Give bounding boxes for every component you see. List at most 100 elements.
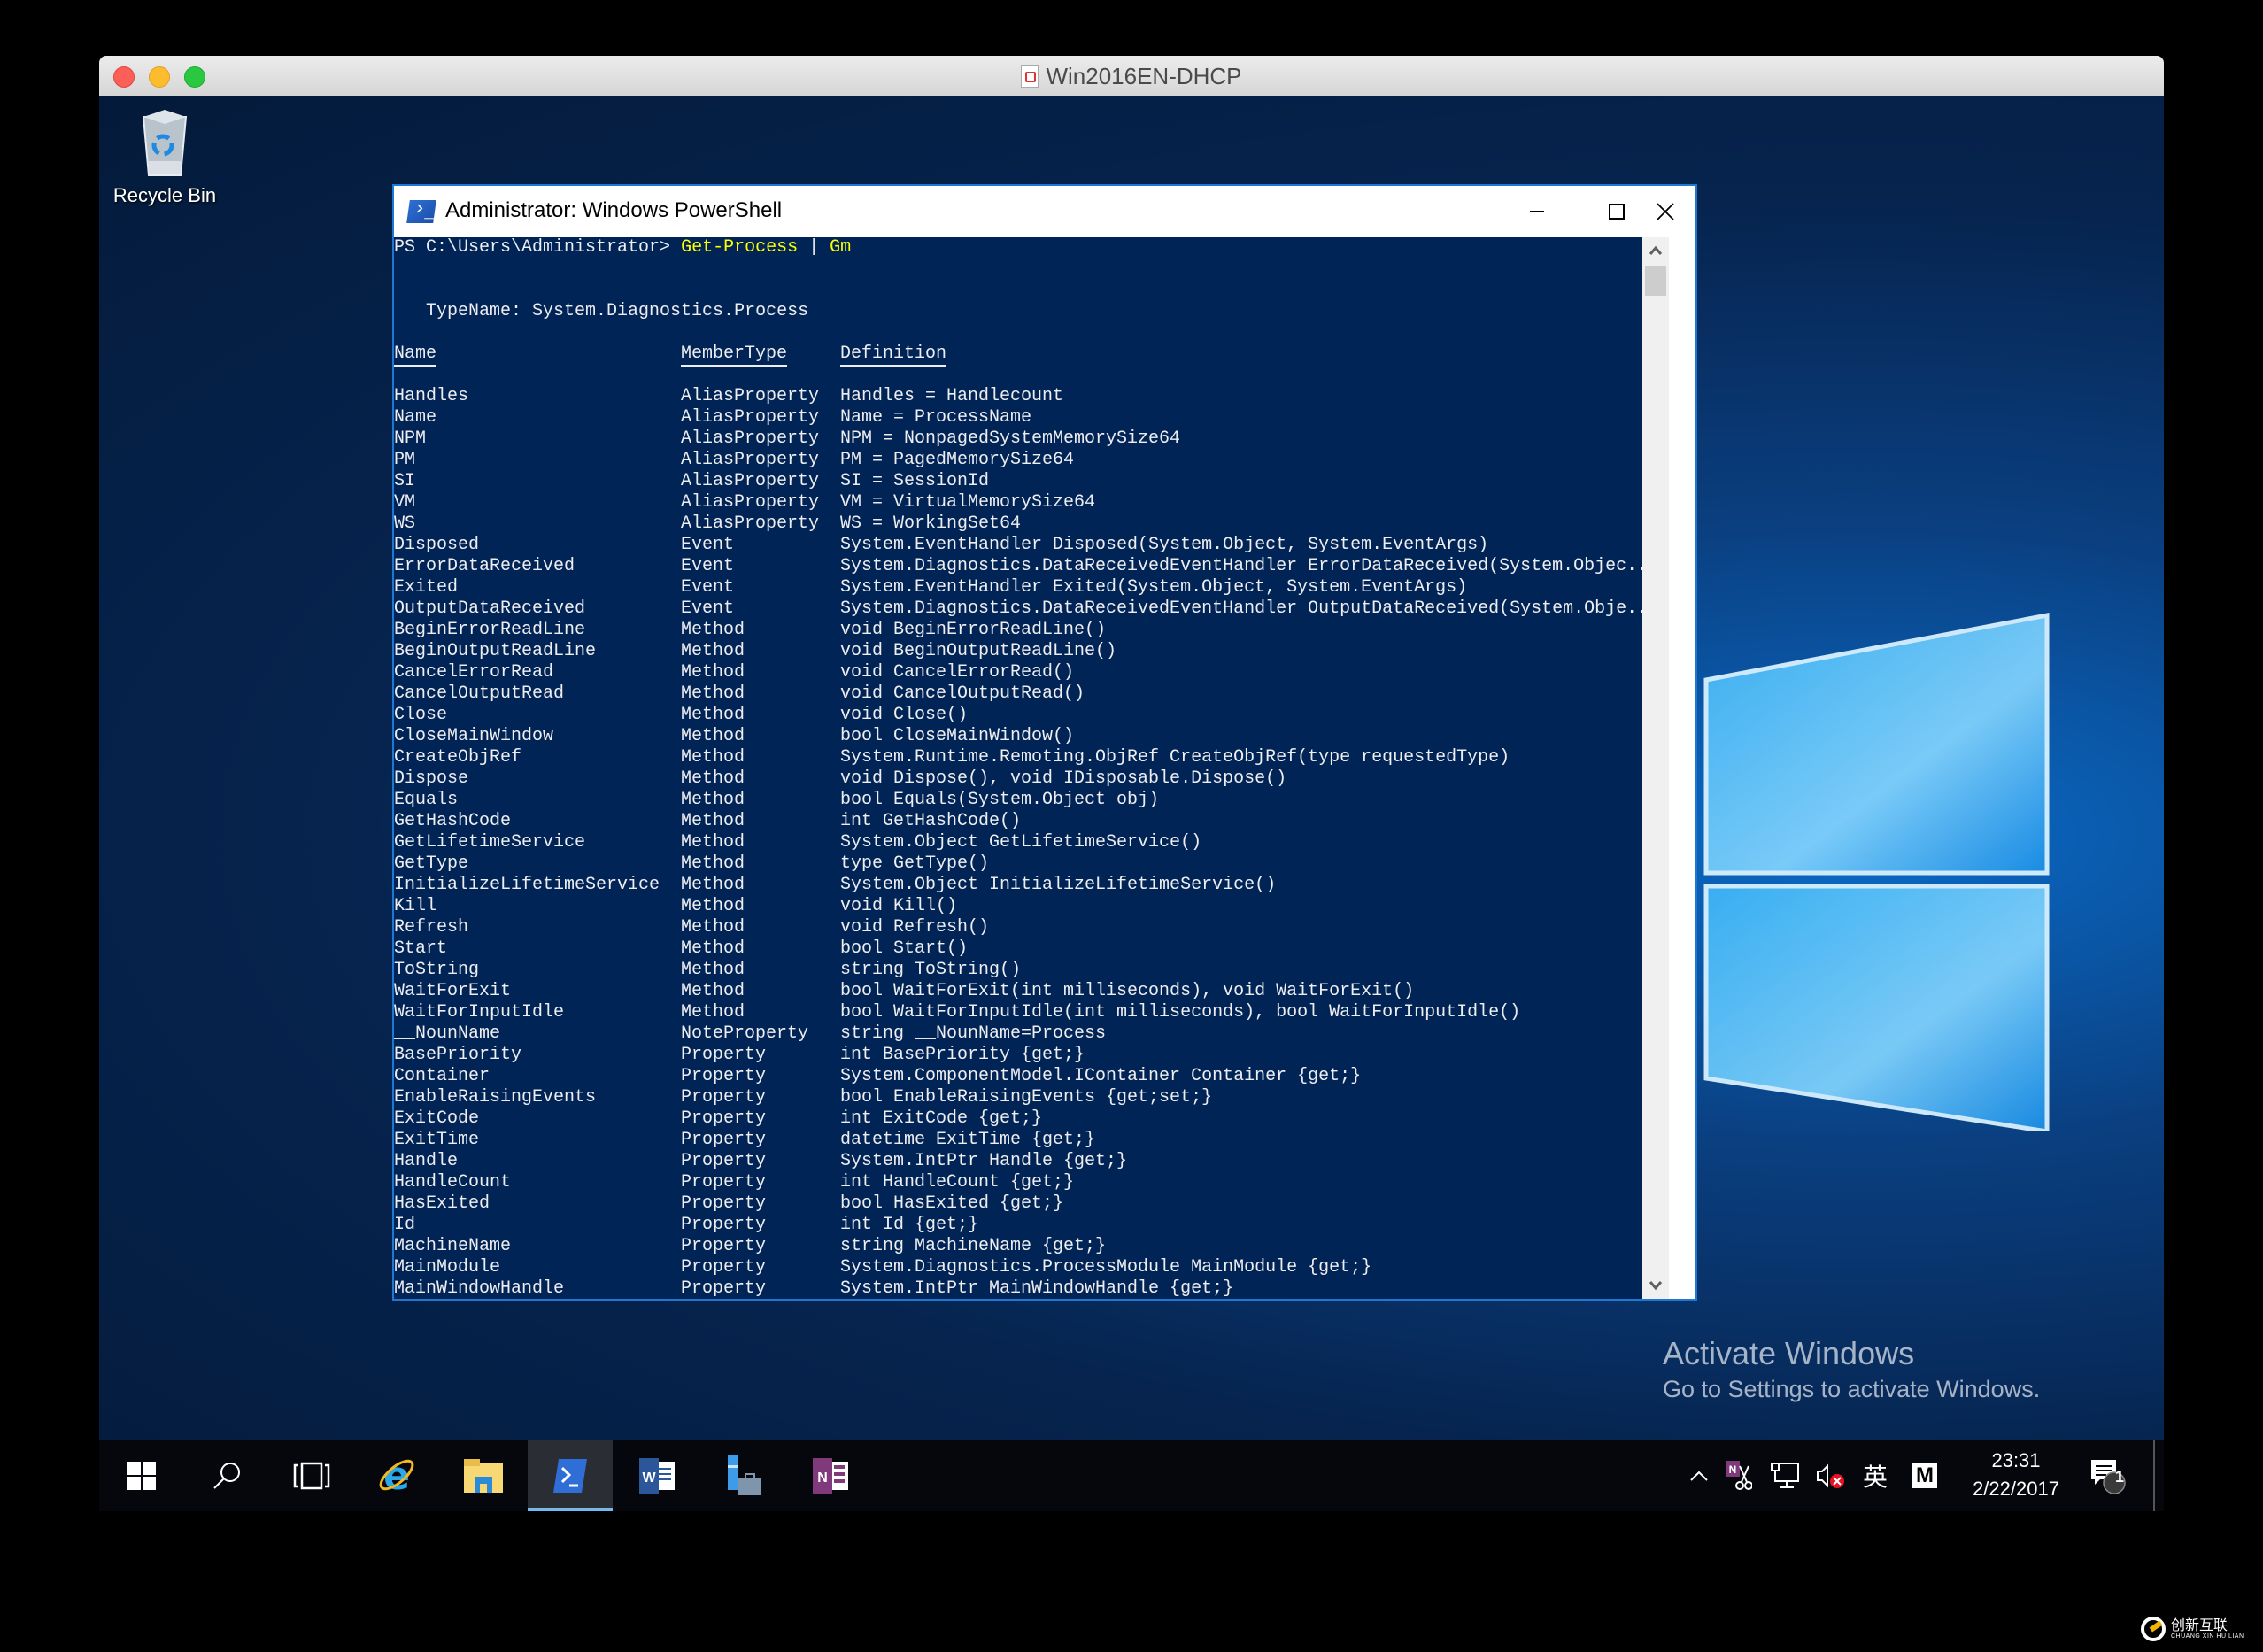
notification-count-badge: 1 [2114, 1468, 2124, 1486]
taskbar-word[interactable]: W [614, 1440, 699, 1511]
vm-titlebar[interactable]: Win2016EN-DHCP [99, 56, 2164, 96]
member-definition: Name = ProcessName [840, 407, 1032, 428]
member-type: AliasProperty [681, 471, 820, 491]
member-definition: System.Diagnostics.DataReceivedEventHand… [840, 598, 1642, 619]
table-row: PM AliasProperty PM = PagedMemorySize64 [394, 450, 1634, 471]
ime-mode-icon: M [1912, 1463, 1937, 1488]
member-definition: string MachineName {get;} [840, 1236, 1107, 1256]
recycle-bin[interactable]: Recycle Bin [112, 108, 218, 207]
minimize-button[interactable] [1497, 186, 1577, 237]
recycle-bin-icon [138, 108, 191, 179]
table-row: GetType Method type GetType() [394, 853, 1634, 875]
taskbar-internet-explorer[interactable]: e [354, 1440, 439, 1511]
member-definition: void Refresh() [840, 917, 990, 938]
member-definition: System.ComponentModel.IContainer Contain… [840, 1066, 1362, 1086]
table-row: Start Method bool Start() [394, 938, 1634, 960]
member-name: VM [394, 492, 416, 513]
table-row: Handles AliasProperty Handles = Handlecoun… [394, 386, 1634, 407]
clock-time: 23:31 [1991, 1449, 2041, 1471]
taskbar-powershell[interactable] [528, 1440, 613, 1511]
member-name: WS [394, 513, 416, 534]
table-row: __NounName NoteProperty string __NounName=… [394, 1023, 1634, 1045]
member-type: Method [681, 1002, 745, 1023]
member-definition: NPM = NonpagedSystemMemorySize64 [840, 428, 1181, 449]
scroll-down-button[interactable] [1642, 1272, 1669, 1299]
member-definition: System.Object InitializeLifetimeService(… [840, 875, 1277, 895]
member-name: Dispose [394, 768, 469, 789]
header-definition: Definition [840, 344, 947, 364]
taskbar-onenote[interactable]: N [788, 1440, 873, 1511]
tray-ime-mode[interactable]: M [1905, 1440, 1944, 1511]
table-row: MainModule Property System.Diagnostics.Pro… [394, 1257, 1634, 1278]
member-name: CreateObjRef [394, 747, 522, 768]
member-name: Start [394, 938, 448, 959]
command-text: Get-Process [681, 237, 799, 258]
member-name: HandleCount [394, 1172, 512, 1193]
tray-ime-language[interactable]: 英 [1856, 1440, 1895, 1511]
member-name: Equals [394, 790, 459, 810]
member-name: WaitForInputIdle [394, 1002, 565, 1023]
scroll-thumb[interactable] [1645, 266, 1666, 296]
close-button[interactable] [1634, 186, 1697, 237]
table-row: Name AliasProperty Name = ProcessName [394, 407, 1634, 428]
table-row: SI AliasProperty SI = SessionId [394, 471, 1634, 492]
table-row: MainWindowHandle Property System.IntPtr Ma… [394, 1278, 1634, 1299]
member-type: Property [681, 1130, 767, 1150]
member-definition: void CancelErrorRead() [840, 662, 1075, 683]
header-underline [681, 365, 787, 367]
vertical-scrollbar[interactable] [1642, 237, 1669, 1299]
member-name: Exited [394, 577, 459, 598]
console-output[interactable]: PS C:\Users\Administrator> Get-Process |… [394, 237, 1642, 1299]
member-definition: SI = SessionId [840, 471, 990, 491]
member-definition: bool EnableRaisingEvents {get;set;} [840, 1087, 1213, 1108]
tray-volume-muted[interactable] [1811, 1440, 1850, 1511]
member-name: GetLifetimeService [394, 832, 586, 853]
header-membertype: MemberType [681, 344, 788, 364]
member-definition: void Close() [840, 705, 969, 725]
member-definition: bool Start() [840, 938, 969, 959]
taskbar-file-explorer[interactable] [441, 1440, 526, 1511]
table-row: ExitCode Property int ExitCode {get;} [394, 1108, 1634, 1130]
member-definition: PM = PagedMemorySize64 [840, 450, 1075, 470]
typename-line: TypeName: System.Diagnostics.Process [394, 301, 809, 321]
table-row: ExitTime Property datetime ExitTime {get;} [394, 1130, 1634, 1151]
member-definition: System.IntPtr Handle {get;} [840, 1151, 1128, 1171]
member-name: ToString [394, 960, 480, 980]
volume-muted-icon [1817, 1463, 1844, 1488]
member-definition: void Dispose(), void IDisposable.Dispose… [840, 768, 1287, 789]
member-type: Method [681, 917, 745, 938]
task-view-icon [293, 1462, 330, 1489]
table-row: ErrorDataReceived Event System.Diagnostics… [394, 556, 1642, 577]
taskbar: e W N N 英 M 23:31 2/22/2017 1 [99, 1440, 2164, 1511]
table-row: Kill Method void Kill() [394, 896, 1634, 917]
show-desktop-divider[interactable] [2153, 1440, 2155, 1511]
member-definition: System.IntPtr MainWindowHandle {get;} [840, 1278, 1234, 1299]
task-view-button[interactable] [269, 1440, 354, 1511]
start-button[interactable] [99, 1440, 184, 1511]
member-name: EnableRaisingEvents [394, 1087, 597, 1108]
taskbar-server-manager[interactable] [701, 1440, 786, 1511]
clock[interactable]: 23:31 2/22/2017 [1958, 1447, 2074, 1503]
member-name: Handle [394, 1151, 459, 1171]
table-row: CreateObjRef Method System.Runtime.Remotin… [394, 747, 1634, 768]
table-row: Dispose Method void Dispose(), void IDispo… [394, 768, 1634, 790]
member-definition: bool WaitForInputIdle(int milliseconds),… [840, 1002, 1521, 1023]
folder-icon [464, 1458, 503, 1493]
windows-logo-icon [127, 1461, 156, 1490]
table-row: ToString Method string ToString() [394, 960, 1634, 981]
table-row: CancelOutputRead Method void CancelOutputR… [394, 683, 1634, 705]
member-type: AliasProperty [681, 407, 820, 428]
member-type: Method [681, 641, 745, 661]
search-button[interactable] [184, 1440, 269, 1511]
show-hidden-icons-button[interactable] [1684, 1440, 1714, 1511]
chevron-up-icon [1690, 1471, 1708, 1481]
tray-network[interactable] [1765, 1440, 1804, 1511]
table-row: WS AliasProperty WS = WorkingSet64 [394, 513, 1634, 535]
member-type: AliasProperty [681, 450, 820, 470]
action-center-button[interactable]: 1 [2082, 1440, 2132, 1511]
powershell-titlebar[interactable]: Administrator: Windows PowerShell [394, 186, 1695, 237]
tray-onenote-clip[interactable]: N [1721, 1440, 1757, 1511]
scroll-up-button[interactable] [1642, 237, 1669, 264]
header-underline [394, 365, 436, 367]
table-row: Refresh Method void Refresh() [394, 917, 1634, 938]
